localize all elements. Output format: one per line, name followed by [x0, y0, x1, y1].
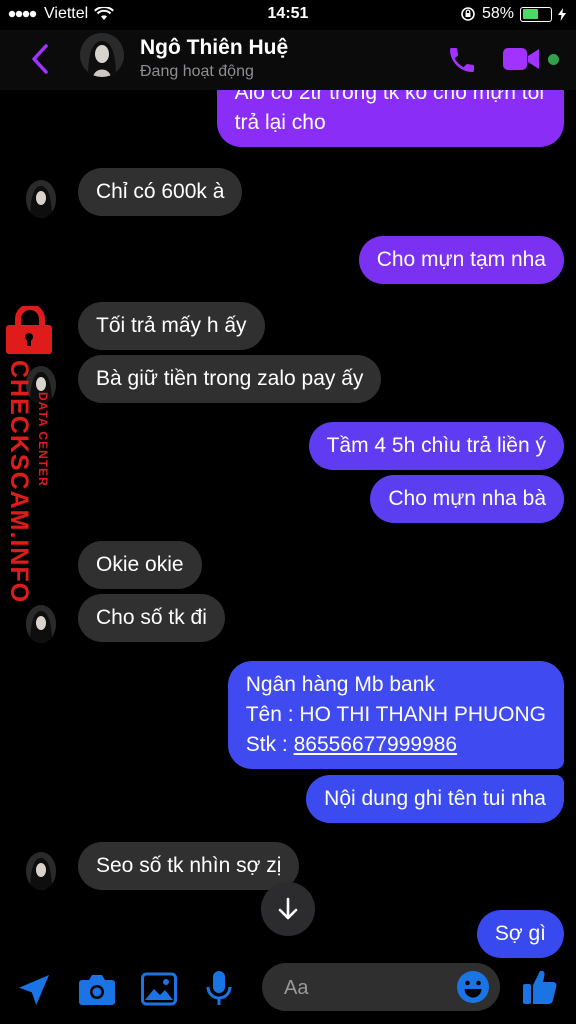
message-text: Seo số tk nhìn sợ zị: [96, 854, 282, 877]
status-bar: Viettel 14:51 58%: [0, 0, 576, 30]
watermark-subtext: DATA CENTER: [36, 392, 50, 487]
message-line: Alo có 2tr trong tk ko cho mựn tôi: [234, 90, 544, 104]
message-outgoing[interactable]: Ngân hàng Mb bank Tên : HO THI THANH PHU…: [227, 661, 564, 769]
message-text: Cho mựn nha bà: [388, 487, 546, 510]
message-incoming[interactable]: Chỉ có 600k à: [78, 168, 243, 216]
message-text: Cho mựn tạm nha: [376, 248, 546, 271]
status-right: 58%: [460, 5, 566, 23]
online-indicator: [548, 54, 559, 65]
sender-avatar[interactable]: [26, 180, 56, 218]
account-number-link[interactable]: 86556677999986: [294, 733, 458, 756]
watermark-text: CHECKSCAM.INFO: [5, 360, 33, 604]
message-text: Bà giữ tiền trong zalo pay ấy: [96, 367, 364, 390]
battery-percent: 58%: [481, 5, 514, 22]
contact-name: Ngô Thiên Huệ: [140, 36, 289, 59]
scroll-down-icon: [278, 897, 298, 920]
message-incoming[interactable]: Bà giữ tiền trong zalo pay ấy: [78, 355, 382, 403]
message-text: Tối trả mấy h ấy: [96, 314, 247, 337]
sender-avatar[interactable]: [26, 852, 56, 890]
message-outgoing[interactable]: Sợ gì: [476, 910, 564, 958]
message-incoming[interactable]: Okie okie: [78, 541, 202, 589]
message-text: Sợ gì: [494, 922, 546, 945]
emoji-icon[interactable]: [456, 970, 490, 1004]
message-outgoing[interactable]: Tầm 4 5h chìu trả liền ý: [308, 422, 564, 470]
message-text: Nội dung ghi tên tui nha: [324, 787, 546, 810]
contact-status: Đang hoạt động: [140, 63, 254, 80]
back-icon[interactable]: [28, 42, 52, 76]
message-outgoing[interactable]: Alo có 2tr trong tk ko cho mựn tôi trả l…: [216, 90, 564, 147]
message-incoming[interactable]: Cho số tk đi: [78, 594, 225, 642]
composer-bar: [0, 958, 576, 1024]
message-outgoing[interactable]: Nội dung ghi tên tui nha: [306, 775, 564, 823]
send-location-icon[interactable]: [16, 972, 52, 1008]
camera-icon[interactable]: [78, 972, 116, 1006]
phone-icon[interactable]: [446, 44, 478, 76]
message-line: trả lại cho: [234, 111, 326, 134]
message-outgoing[interactable]: Cho mựn tạm nha: [358, 236, 564, 284]
message-incoming[interactable]: Tối trả mấy h ấy: [78, 302, 265, 350]
gallery-icon[interactable]: [141, 972, 177, 1006]
message-text: Chỉ có 600k à: [96, 180, 225, 203]
rotation-lock-icon: [461, 7, 475, 21]
message-line: Ngân hàng Mb bank: [245, 673, 435, 696]
message-list[interactable]: Alo có 2tr trong tk ko cho mựn tôi trả l…: [0, 90, 576, 958]
message-line: Tên : HO THI THANH PHUONG: [245, 703, 546, 726]
scroll-down-button[interactable]: [261, 882, 315, 936]
contact-avatar[interactable]: [80, 33, 124, 77]
message-incoming[interactable]: Seo số tk nhìn sợ zị: [78, 842, 300, 890]
message-input[interactable]: [282, 963, 456, 1013]
chat-header: Ngô Thiên Huệ Đang hoạt động: [0, 30, 576, 90]
lock-icon: [6, 306, 52, 354]
charging-icon: [558, 7, 566, 21]
video-icon[interactable]: [502, 44, 542, 74]
message-text: Tầm 4 5h chìu trả liền ý: [326, 434, 546, 457]
message-text: Cho số tk đi: [96, 606, 207, 629]
message-outgoing[interactable]: Cho mựn nha bà: [370, 475, 564, 523]
message-text: Okie okie: [96, 553, 184, 576]
message-line: Stk : 86556677999986: [245, 733, 458, 756]
mic-icon[interactable]: [206, 970, 232, 1008]
battery-icon: [520, 6, 552, 22]
sender-avatar[interactable]: [26, 605, 56, 643]
like-icon[interactable]: [522, 968, 558, 1006]
